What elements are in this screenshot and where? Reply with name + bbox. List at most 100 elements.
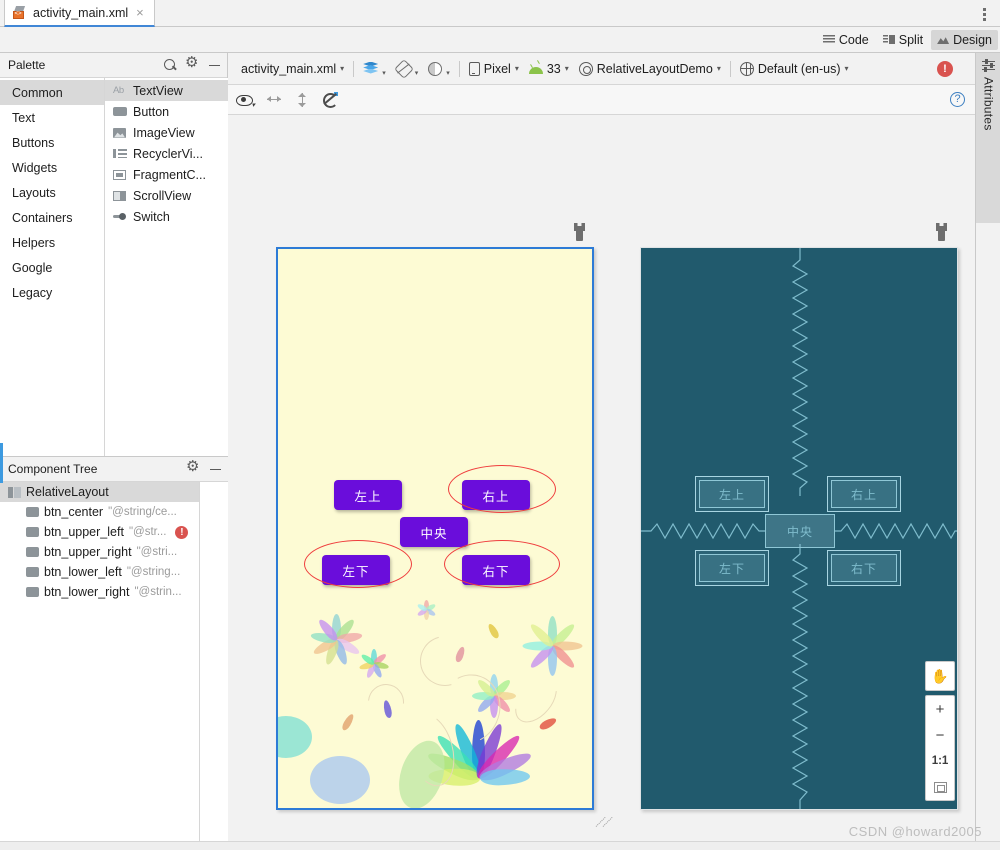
tree-node-relativelayout[interactable]: RelativeLayout (0, 482, 199, 502)
constraint-spring-top (791, 248, 809, 496)
close-icon[interactable]: × (134, 6, 146, 19)
android-studio-layout-editor: activity_main.xml × Code Split Design Pa… (0, 0, 1000, 850)
zoom-out-button[interactable]: − (925, 722, 955, 748)
zoom-in-button[interactable]: + (925, 696, 955, 722)
blueprint-button-center[interactable]: 中央 (765, 514, 835, 548)
palette-item-recyclerview[interactable]: RecyclerVi... (105, 143, 228, 164)
button-icon (26, 527, 39, 537)
palette-item-label: RecyclerVi... (133, 146, 203, 161)
activity-icon (578, 61, 593, 76)
palette-category-containers[interactable]: Containers (0, 205, 104, 230)
button-icon (26, 507, 39, 517)
palette-category-google[interactable]: Google (0, 255, 104, 280)
sliders-icon (982, 59, 995, 72)
api-label: 33 (546, 61, 561, 76)
pan-tool-button[interactable]: ✋ (925, 661, 955, 691)
gear-icon[interactable] (186, 459, 200, 476)
divider (458, 60, 460, 77)
tree-node-btn-center[interactable]: btn_center "@string/ce... (0, 502, 199, 522)
palette-category-widgets[interactable]: Widgets (0, 155, 104, 180)
palette-item-switch[interactable]: Switch (105, 206, 228, 227)
tree-node-btn-upper-left[interactable]: btn_upper_left "@str... ! (0, 522, 199, 542)
locale-label: Default (en-us) (757, 61, 841, 76)
minimize-icon[interactable] (209, 463, 222, 476)
palette-category-text[interactable]: Text (0, 105, 104, 130)
design-toolbar: activity_main.xml ▾ ▾ ▾ ▾ Pixel ▾ 33 ▾ R… (228, 53, 975, 85)
fragmentcontainer-icon (113, 169, 127, 181)
api-selector[interactable]: 33 ▾ (524, 58, 574, 80)
right-tool-strip: Attributes (975, 53, 1000, 841)
globe-icon (739, 61, 754, 76)
button-icon (113, 106, 127, 118)
palette-item-label: Button (133, 104, 170, 119)
file-selector[interactable]: activity_main.xml ▾ (236, 58, 349, 80)
recyclerview-icon (113, 148, 127, 160)
theme-button[interactable]: ▾ (423, 58, 455, 80)
view-mode-switcher: Code Split Design (0, 27, 1000, 53)
tree-node-btn-lower-left[interactable]: btn_lower_left "@string... (0, 562, 199, 582)
palette-item-button[interactable]: Button (105, 101, 228, 122)
activity-selector[interactable]: RelativeLayoutDemo ▾ (574, 58, 726, 80)
watermark: CSDN @howard2005 (848, 824, 982, 839)
wrench-icon[interactable] (572, 223, 588, 241)
eye-visibility-icon[interactable]: ▾ (236, 93, 255, 109)
annotation-ellipse-upper-right (448, 465, 556, 513)
preview-resize-handle[interactable] (595, 810, 618, 830)
tab-split[interactable]: Split (877, 30, 929, 50)
actual-size-button[interactable]: 1:1 (925, 748, 955, 774)
palette-item-imageview[interactable]: ImageView (105, 122, 228, 143)
issue-notification-badge[interactable]: ! (937, 61, 953, 77)
button-icon (26, 587, 39, 597)
design-preview-render[interactable]: 左上 右上 中央 左下 右下 (276, 247, 594, 810)
palette-item-label: ImageView (133, 125, 195, 140)
design-canvas[interactable]: 左上 右上 中央 左下 右下 左上 右上 中央 左下 右下 ✋ + − 1:1 (228, 116, 975, 841)
horizontal-expand-icon[interactable] (266, 93, 282, 107)
annotation-ellipse-lower-right (444, 540, 560, 588)
scrollview-icon (113, 190, 127, 202)
tree-node-btn-lower-right[interactable]: btn_lower_right "@strin... (0, 582, 199, 602)
view-mode-button[interactable]: ▾ (358, 58, 391, 80)
palette-item-label: FragmentC... (133, 167, 206, 182)
minimize-icon[interactable] (208, 59, 221, 72)
palette-category-legacy[interactable]: Legacy (0, 280, 104, 305)
tree-node-id: btn_lower_left (44, 565, 122, 579)
wrench-icon[interactable] (934, 223, 950, 241)
tree-node-value: "@str... (128, 526, 167, 538)
vertical-expand-icon[interactable] (296, 92, 308, 108)
palette-category-helpers[interactable]: Helpers (0, 230, 104, 255)
error-badge[interactable]: ! (175, 525, 189, 539)
palette-category-layouts[interactable]: Layouts (0, 180, 104, 205)
layout-icon (8, 486, 21, 498)
tree-node-btn-upper-right[interactable]: btn_upper_right "@stri... (0, 542, 199, 562)
tab-code[interactable]: Code (817, 30, 875, 50)
blueprint-button-lower-left[interactable]: 左下 (699, 554, 765, 582)
blueprint-button-upper-left[interactable]: 左上 (699, 480, 765, 508)
attributes-panel-tab[interactable]: Attributes (976, 53, 1000, 223)
more-options-icon[interactable] (976, 5, 992, 23)
blueprint-preview-render[interactable]: 左上 右上 中央 左下 右下 (640, 247, 958, 810)
gear-icon[interactable] (185, 55, 199, 72)
fit-to-screen-button[interactable] (925, 774, 955, 800)
design-button-upper-left[interactable]: 左上 (334, 480, 402, 510)
blueprint-button-lower-right[interactable]: 右下 (831, 554, 897, 582)
palette-category-buttons[interactable]: Buttons (0, 130, 104, 155)
palette-item-textview[interactable]: Ab TextView (105, 80, 228, 101)
tab-design[interactable]: Design (931, 29, 998, 50)
code-view-icon (822, 34, 835, 45)
search-icon[interactable] (164, 59, 177, 72)
design-button-center[interactable]: 中央 (400, 517, 468, 547)
help-icon[interactable]: ? (950, 92, 965, 107)
orientation-button[interactable]: ▾ (391, 58, 424, 80)
locale-selector[interactable]: Default (en-us) ▾ (735, 58, 854, 80)
panel-resize-indicator[interactable] (0, 443, 3, 483)
palette-category-list: Common Text Buttons Widgets Layouts Cont… (0, 78, 105, 456)
tab-split-label: Split (898, 32, 924, 47)
constraint-spring-right (835, 522, 957, 540)
blueprint-button-upper-right[interactable]: 右上 (831, 480, 897, 508)
palette-category-common[interactable]: Common (0, 80, 104, 105)
editor-tab-activity-main[interactable]: activity_main.xml × (4, 0, 155, 27)
autoconnect-off-icon[interactable] (322, 92, 338, 108)
palette-item-scrollview[interactable]: ScrollView (105, 185, 228, 206)
device-selector[interactable]: Pixel ▾ (464, 58, 524, 80)
palette-item-fragmentcontainer[interactable]: FragmentC... (105, 164, 228, 185)
